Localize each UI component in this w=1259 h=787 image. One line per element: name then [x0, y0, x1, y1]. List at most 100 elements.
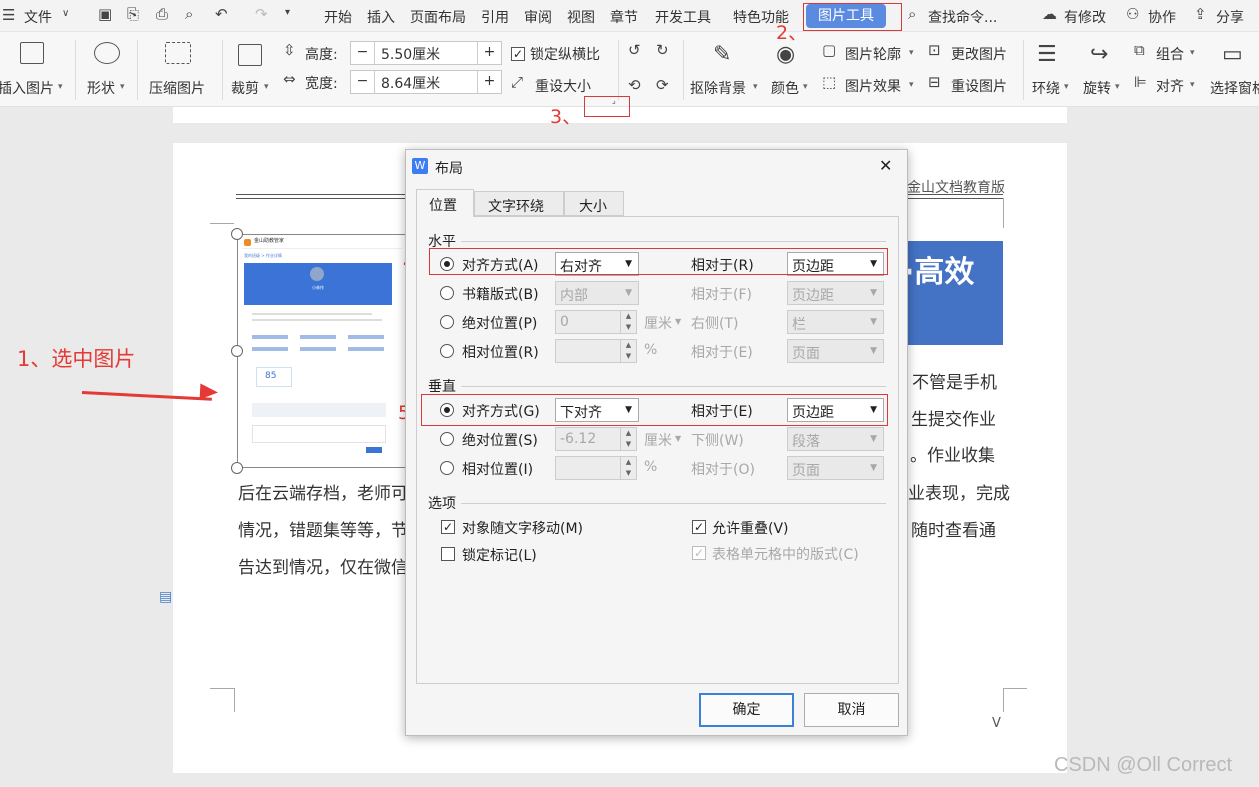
- width-input[interactable]: 8.64厘米: [381, 73, 440, 93]
- color-button[interactable]: 颜色: [771, 78, 799, 98]
- paste-options-icon[interactable]: ▤: [159, 589, 172, 605]
- search-command[interactable]: 查找命令...: [928, 7, 997, 27]
- hamburger-icon[interactable]: ☰: [2, 6, 15, 24]
- shape-button[interactable]: 形状: [87, 78, 115, 98]
- h-rel-rel-select[interactable]: 页面 ▼: [787, 339, 884, 363]
- selected-picture[interactable]: 金山助教管家 我的班级 > 作业详情 小林作 85: [237, 234, 407, 468]
- compress-icon[interactable]: [165, 42, 191, 64]
- color-icon[interactable]: ◉: [776, 42, 795, 67]
- chevron-down-icon[interactable]: ▾: [58, 82, 63, 92]
- tab-developer[interactable]: 开发工具: [655, 7, 711, 27]
- wrap-icon[interactable]: ☰: [1037, 42, 1057, 67]
- lock-anchor-checkbox[interactable]: [441, 547, 455, 561]
- remove-background-button[interactable]: 抠除背景: [690, 78, 746, 98]
- h-book-rel-select[interactable]: 页边距 ▼: [787, 281, 884, 305]
- crop-icon[interactable]: [238, 44, 262, 66]
- align-button[interactable]: 对齐: [1156, 76, 1184, 96]
- v-rel-input[interactable]: ▲ ▼: [555, 456, 637, 480]
- tab-review[interactable]: 审阅: [524, 7, 552, 27]
- tab-start[interactable]: 开始: [324, 7, 352, 27]
- spinner-icon[interactable]: ▲ ▼: [620, 340, 636, 362]
- chevron-down-icon[interactable]: ▾: [1115, 82, 1120, 92]
- chevron-down-icon[interactable]: ▾: [909, 80, 914, 90]
- modified-status[interactable]: 有修改: [1064, 7, 1106, 27]
- insert-picture-icon[interactable]: [20, 42, 44, 64]
- shape-icon[interactable]: [94, 42, 120, 64]
- chevron-down-icon[interactable]: ∨: [62, 8, 69, 19]
- height-increment[interactable]: +: [477, 42, 501, 64]
- tab-position[interactable]: 位置: [416, 189, 474, 217]
- width-decrement[interactable]: −: [351, 71, 375, 93]
- h-abs-radio[interactable]: [440, 315, 454, 329]
- tab-view[interactable]: 视图: [567, 7, 595, 27]
- width-increment[interactable]: +: [477, 71, 501, 93]
- rotate-left-icon[interactable]: ↺: [628, 41, 641, 59]
- v-abs-radio[interactable]: [440, 432, 454, 446]
- save-icon[interactable]: ▣: [98, 5, 112, 23]
- reset-picture-button[interactable]: 重设图片: [951, 76, 1007, 96]
- v-abs-input[interactable]: -6.12 ▲ ▼: [555, 427, 637, 451]
- collaborate-button[interactable]: 协作: [1148, 7, 1176, 27]
- chevron-down-icon[interactable]: ▾: [120, 82, 125, 92]
- tab-page-layout[interactable]: 页面布局: [410, 7, 466, 27]
- tab-reference[interactable]: 引用: [481, 7, 509, 27]
- print-icon[interactable]: ⎙: [156, 5, 168, 23]
- h-rel-input[interactable]: ▲ ▼: [555, 339, 637, 363]
- chevron-down-icon[interactable]: ▼: [675, 317, 681, 326]
- picture-outline-button[interactable]: 图片轮廓: [845, 44, 901, 64]
- h-book-radio[interactable]: [440, 286, 454, 300]
- tab-size[interactable]: 大小: [564, 191, 624, 216]
- remove-background-icon[interactable]: ✎: [713, 42, 731, 67]
- chevron-down-icon[interactable]: ▾: [753, 82, 758, 92]
- rotate-button[interactable]: 旋转: [1083, 78, 1111, 98]
- chevron-down-icon[interactable]: ▼: [675, 434, 681, 443]
- wrap-button[interactable]: 环绕: [1032, 78, 1060, 98]
- more-icon[interactable]: ▾: [285, 7, 290, 18]
- spinner-icon[interactable]: ▲ ▼: [620, 311, 636, 333]
- reset-size-button[interactable]: 重设大小: [535, 76, 591, 96]
- resize-handle[interactable]: [231, 228, 243, 240]
- compress-button[interactable]: 压缩图片: [149, 78, 205, 98]
- cancel-button[interactable]: 取消: [804, 693, 899, 727]
- h-abs-input[interactable]: 0 ▲ ▼: [555, 310, 637, 334]
- chevron-down-icon[interactable]: ▾: [1064, 82, 1069, 92]
- chevron-down-icon[interactable]: ▾: [264, 82, 269, 92]
- v-rel-radio[interactable]: [440, 461, 454, 475]
- crop-button[interactable]: 裁剪: [231, 78, 259, 98]
- move-with-text-checkbox[interactable]: ✓: [441, 520, 455, 534]
- tab-text-wrap[interactable]: 文字环绕: [474, 191, 564, 216]
- selection-pane-icon[interactable]: ▭: [1222, 42, 1243, 67]
- flip-icon[interactable]: ⟲: [628, 76, 641, 94]
- spinner-icon[interactable]: ▲ ▼: [620, 428, 636, 450]
- chevron-down-icon[interactable]: ▾: [1190, 80, 1195, 90]
- print-preview-icon[interactable]: ⌕: [185, 5, 193, 23]
- h-rel-radio[interactable]: [440, 344, 454, 358]
- v-abs-rel-select[interactable]: 段落 ▼: [787, 427, 884, 451]
- group-button[interactable]: 组合: [1156, 44, 1184, 64]
- width-stepper[interactable]: − 8.64厘米 +: [350, 70, 502, 94]
- search-icon[interactable]: ⌕: [908, 5, 916, 23]
- table-layout-checkbox[interactable]: ✓: [692, 546, 706, 560]
- chevron-down-icon[interactable]: ▾: [909, 48, 914, 58]
- resize-handle[interactable]: [231, 345, 243, 357]
- chevron-down-icon[interactable]: ▾: [1190, 48, 1195, 58]
- flip-vertical-icon[interactable]: ⟳: [656, 76, 669, 94]
- h-abs-rel-select[interactable]: 栏 ▼: [787, 310, 884, 334]
- share-button[interactable]: 分享: [1216, 7, 1244, 27]
- file-menu[interactable]: 文件: [24, 7, 52, 27]
- ok-button[interactable]: 确定: [699, 693, 794, 727]
- resize-handle[interactable]: [231, 462, 243, 474]
- height-input[interactable]: 5.50厘米: [381, 44, 440, 64]
- chevron-down-icon[interactable]: ▾: [803, 82, 808, 92]
- rotate-icon[interactable]: ↪: [1090, 42, 1108, 67]
- lock-ratio-label[interactable]: 锁定纵横比: [530, 44, 600, 64]
- close-icon[interactable]: ✕: [879, 156, 892, 175]
- picture-effect-button[interactable]: 图片效果: [845, 76, 901, 96]
- rotate-right-icon[interactable]: ↻: [656, 41, 669, 59]
- lock-ratio-checkbox[interactable]: ✓: [511, 47, 525, 61]
- allow-overlap-checkbox[interactable]: ✓: [692, 520, 706, 534]
- insert-picture-button[interactable]: 插入图片: [0, 78, 54, 98]
- height-decrement[interactable]: −: [351, 42, 375, 64]
- change-picture-button[interactable]: 更改图片: [951, 44, 1007, 64]
- tab-insert[interactable]: 插入: [367, 7, 395, 27]
